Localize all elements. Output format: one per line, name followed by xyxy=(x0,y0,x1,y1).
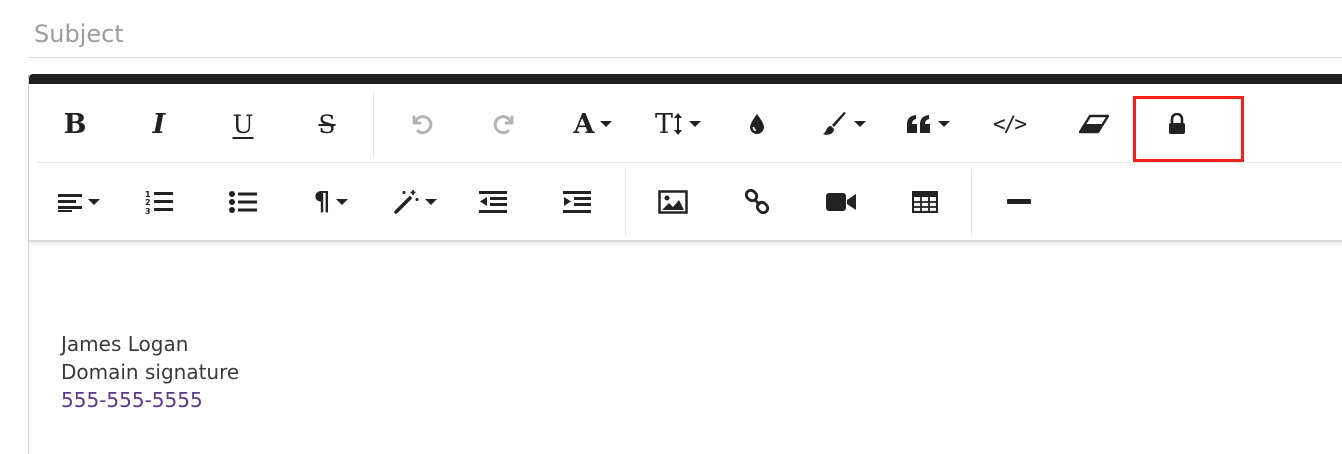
font-size-icon: T xyxy=(654,108,673,140)
align-left-icon xyxy=(58,194,82,212)
ordered-list-icon: 123 xyxy=(145,190,173,215)
editor-toolbar: B I U S A T </> 1 2 3 ¶ xyxy=(29,84,1342,242)
undo-button[interactable] xyxy=(399,96,443,152)
toolbar-separator xyxy=(373,92,374,158)
strikethrough-icon: S xyxy=(318,109,336,139)
paragraph-icon: ¶ xyxy=(313,187,331,217)
paint-brush-icon xyxy=(823,112,846,135)
video-icon xyxy=(826,193,856,211)
ordered-list-button[interactable]: 123 xyxy=(137,174,181,230)
italic-icon: I xyxy=(152,108,166,140)
undo-icon xyxy=(412,115,433,135)
code-icon: </> xyxy=(993,112,1027,136)
image-icon xyxy=(658,190,688,214)
editor-top-border xyxy=(29,74,1342,84)
redo-button[interactable] xyxy=(483,96,527,152)
insert-video-button[interactable] xyxy=(819,174,863,230)
paragraph-format-dropdown[interactable]: ¶ xyxy=(301,174,361,230)
styles-dropdown[interactable] xyxy=(385,174,445,230)
paint-format-dropdown[interactable] xyxy=(813,96,875,152)
chevron-down-icon xyxy=(938,121,950,127)
editor-content[interactable]: James Logan Domain signature 555-555-555… xyxy=(61,330,239,414)
droplet-icon xyxy=(750,114,764,134)
lock-icon xyxy=(1169,113,1185,134)
horizontal-rule-button[interactable] xyxy=(997,174,1041,230)
blockquote-dropdown[interactable] xyxy=(897,96,959,152)
toolbar-separator xyxy=(625,170,626,236)
bold-icon: B xyxy=(63,108,87,140)
font-color-dropdown[interactable]: A xyxy=(561,96,625,152)
eraser-icon xyxy=(1078,114,1109,134)
chevron-down-icon xyxy=(600,121,613,127)
link-icon xyxy=(744,189,770,215)
rich-text-editor: B I U S A T </> 1 2 3 ¶ James Logan Doma… xyxy=(28,74,1342,454)
font-size-dropdown[interactable]: T xyxy=(645,96,711,152)
subject-input[interactable] xyxy=(28,10,1342,58)
lock-button[interactable] xyxy=(1155,96,1199,152)
signature-title: Domain signature xyxy=(61,360,240,384)
insert-link-button[interactable] xyxy=(735,174,779,230)
underline-button[interactable]: U xyxy=(221,96,265,152)
quote-icon xyxy=(907,115,930,133)
unordered-list-button[interactable] xyxy=(221,174,265,230)
insert-table-button[interactable] xyxy=(903,174,947,230)
toolbar-row-divider xyxy=(37,162,1342,163)
chevron-down-icon xyxy=(88,199,100,205)
chevron-down-icon xyxy=(425,199,437,205)
fill-color-button[interactable] xyxy=(735,96,779,152)
redo-icon xyxy=(493,115,514,135)
insert-image-button[interactable] xyxy=(651,174,695,230)
table-icon xyxy=(912,191,938,213)
code-view-button[interactable]: </> xyxy=(987,96,1031,152)
unordered-list-icon xyxy=(229,191,257,213)
minus-icon xyxy=(1007,199,1031,204)
font-color-icon: A xyxy=(573,108,595,140)
underline-icon: U xyxy=(232,109,254,139)
chevron-down-icon xyxy=(336,199,349,205)
vertical-arrows-icon xyxy=(674,113,682,135)
svg-text:2: 2 xyxy=(145,198,151,207)
indent-icon xyxy=(563,191,591,213)
italic-button[interactable]: I xyxy=(137,96,181,152)
magic-wand-icon xyxy=(394,190,419,214)
clear-formatting-button[interactable] xyxy=(1071,96,1115,152)
chevron-down-icon xyxy=(689,121,701,127)
svg-text:3: 3 xyxy=(145,207,151,215)
align-dropdown[interactable] xyxy=(49,174,109,230)
outdent-icon xyxy=(479,191,507,213)
outdent-button[interactable] xyxy=(471,174,515,230)
indent-button[interactable] xyxy=(555,174,599,230)
bold-button[interactable]: B xyxy=(53,96,97,152)
chevron-down-icon xyxy=(854,121,866,127)
toolbar-separator xyxy=(971,170,972,236)
strikethrough-button[interactable]: S xyxy=(305,96,349,152)
signature-name: James Logan xyxy=(61,332,189,356)
signature-phone-link[interactable]: 555-555-5555 xyxy=(61,386,239,414)
